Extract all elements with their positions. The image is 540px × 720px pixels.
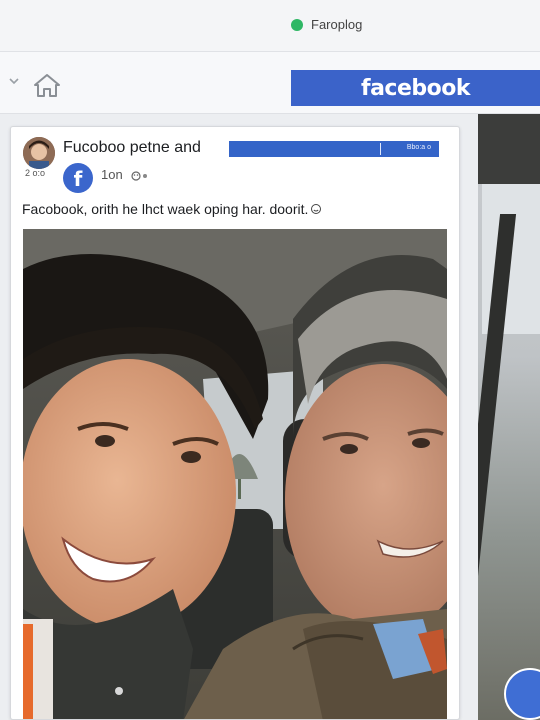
brand-label: facebook (361, 75, 471, 101)
background-window-panel (478, 114, 540, 720)
facebook-brand-banner[interactable]: facebook (291, 70, 540, 106)
chevron-down-icon[interactable] (7, 74, 21, 88)
avatar-caption: 2 o:o (25, 168, 46, 178)
facebook-badge-icon: f (63, 163, 93, 193)
post-header-bar-label: Bbo:a o (406, 144, 431, 151)
home-icon[interactable] (33, 72, 61, 98)
post-header-bar[interactable]: Bbo:a o (229, 141, 439, 157)
post-author-name[interactable]: Fucoboo petne and (63, 139, 201, 157)
post-text: Facobook, orith he lhct waek oping har. … (22, 201, 322, 217)
smiley-icon (311, 204, 322, 214)
avatar[interactable] (23, 137, 55, 169)
post-card: 2 o:o Fucoboo petne and Bbo:a o f 1on Fa… (10, 126, 460, 720)
emoji-icon (131, 170, 148, 181)
status-text: Faroplog (311, 17, 363, 32)
toolbar: facebook (0, 52, 540, 114)
selfie-photo[interactable] (23, 229, 447, 720)
status-dot-icon (291, 19, 303, 31)
post-meta: 1on (101, 167, 150, 182)
status-bar: Faroplog (0, 0, 540, 52)
